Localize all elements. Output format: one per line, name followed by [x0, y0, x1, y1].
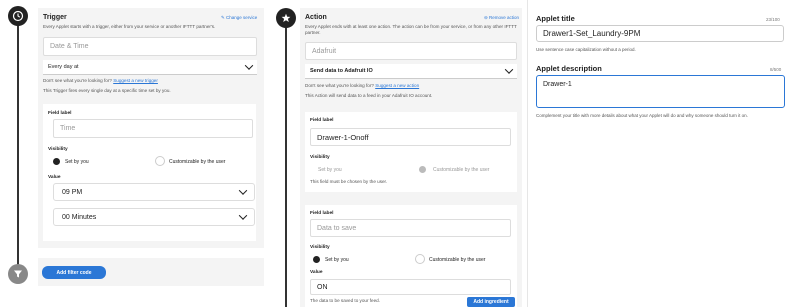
filter-funnel-icon — [8, 264, 28, 284]
data-field-card: Field label Data to save Visibility Set … — [305, 205, 517, 307]
chevron-down-icon — [244, 61, 254, 70]
set-by-you-radio[interactable] — [313, 256, 320, 263]
time-field[interactable]: Time — [53, 119, 253, 138]
chevron-down-icon — [238, 186, 248, 195]
customizable-label: Customizable by the user — [429, 257, 486, 263]
action-description: Every Applet ends with at least one acti… — [305, 24, 517, 36]
chevron-down-icon — [238, 211, 248, 220]
feed-field-note: This field must be chosen by the user. — [310, 179, 388, 184]
applet-description-label: Applet description — [536, 64, 602, 73]
trigger-time-card: Field label Time Visibility Set by you C… — [43, 104, 256, 241]
hour-select[interactable]: 09 PM — [53, 183, 255, 201]
set-by-you-label: Set by you — [318, 167, 342, 173]
visibility-label: Visibility — [48, 147, 68, 152]
trigger-panel: Trigger ✎ Change service Every Applet st… — [38, 8, 264, 248]
value-label: Value — [310, 270, 323, 275]
action-timeline-rail — [285, 24, 287, 307]
trigger-description: Every Applet starts with a trigger, eith… — [43, 24, 216, 29]
change-service-link[interactable]: ✎ Change service — [221, 15, 257, 21]
filter-panel: Add filter code — [38, 258, 264, 286]
applet-title-counter: 23/100 — [766, 17, 780, 22]
column-divider — [527, 0, 528, 307]
set-by-you-label: Set by you — [325, 257, 349, 263]
suggest-trigger-link[interactable]: Suggest a new trigger — [113, 78, 158, 83]
remove-icon: ⊖ — [484, 15, 488, 20]
applet-description-counter: 8/500 — [770, 67, 782, 72]
set-by-you-label: Set by you — [65, 159, 89, 165]
action-panel: Action ⊖ Remove action Every Applet ends… — [300, 8, 522, 307]
chevron-down-icon — [504, 65, 514, 74]
customizable-label: Customizable by the user — [433, 167, 490, 173]
edit-icon: ✎ — [221, 15, 225, 20]
trigger-timeline-rail — [17, 24, 19, 274]
visibility-label: Visibility — [310, 245, 330, 250]
applet-description-input[interactable]: Drawer-1 — [536, 75, 785, 108]
action-service-field[interactable]: Adafruit — [305, 42, 517, 60]
action-not-looking: Don't see what you're looking for? Sugge… — [305, 83, 420, 88]
field-label-heading: Field label — [48, 111, 72, 116]
trigger-select[interactable]: Every day at — [43, 60, 257, 75]
visibility-label: Visibility — [310, 155, 330, 160]
trigger-title: Trigger — [43, 14, 67, 21]
applet-description-help: Complement your title with more details … — [536, 113, 748, 118]
set-by-you-radio[interactable] — [53, 158, 60, 165]
value-note: The data to be saved to your feed. — [310, 298, 380, 303]
field-label-heading: Field label — [310, 211, 334, 216]
value-label: Value — [48, 175, 61, 180]
trigger-clock-icon — [8, 6, 28, 26]
action-title: Action — [305, 14, 327, 21]
applet-title-input[interactable]: Drawer1-Set_Laundry-9PM — [536, 25, 784, 42]
data-to-save-field[interactable]: Data to save — [310, 219, 511, 237]
minutes-select[interactable]: 00 Minutes — [53, 208, 255, 226]
trigger-not-looking: Don't see what you're looking for? Sugge… — [43, 78, 158, 83]
suggest-action-link[interactable]: Suggest a new action — [375, 83, 419, 88]
action-select[interactable]: Send data to Adafruit IO — [305, 64, 517, 79]
customizable-radio[interactable] — [415, 254, 425, 264]
trigger-fires-desc: This Trigger fires every single day at a… — [43, 88, 171, 93]
customizable-label: Customizable by the user — [169, 159, 226, 165]
trigger-service-field[interactable]: Date & Time — [43, 37, 257, 56]
action-star-icon — [276, 8, 296, 28]
value-field[interactable]: ON — [310, 279, 511, 295]
feed-field-card: Field label Drawer-1-Onoff Visibility Se… — [305, 112, 517, 192]
customizable-radio[interactable] — [419, 166, 426, 173]
add-filter-code-button[interactable]: Add filter code — [42, 266, 106, 279]
customizable-radio[interactable] — [155, 156, 165, 166]
field-label-heading: Field label — [310, 118, 334, 123]
feed-name-field[interactable]: Drawer-1-Onoff — [310, 128, 511, 146]
add-ingredient-button[interactable]: Add ingredient — [467, 297, 515, 307]
action-desc: This Action will send data to a feed in … — [305, 93, 433, 98]
applet-title-help: Use sentence case capitalization without… — [536, 47, 636, 52]
applet-title-label: Applet title — [536, 14, 575, 23]
remove-action-link[interactable]: ⊖ Remove action — [484, 15, 519, 21]
